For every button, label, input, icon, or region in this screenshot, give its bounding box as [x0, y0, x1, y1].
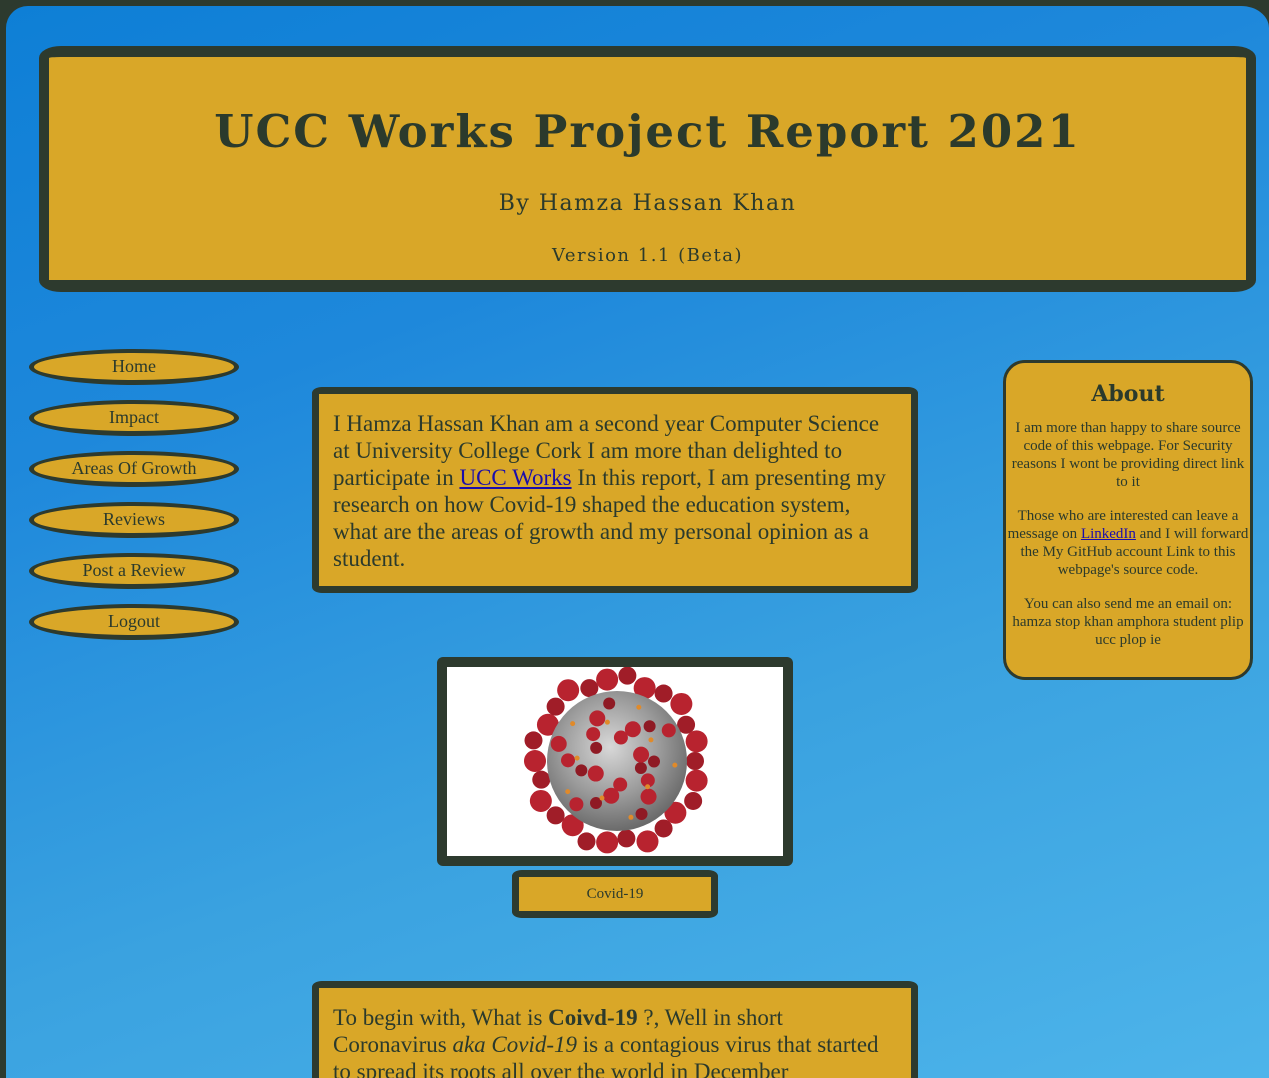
about-paragraph-email: You can also send me an email on: hamza … [1012, 596, 1244, 648]
about-heading: About [1091, 381, 1165, 407]
covid-virus-image [447, 667, 783, 856]
nav-logout-button[interactable]: Logout [29, 604, 239, 640]
page-title: UCC Works Project Report 2021 [214, 105, 1081, 158]
page-background: UCC Works Project Report 2021 By Hamza H… [0, 0, 1269, 1078]
virus-illustration-icon [524, 667, 708, 854]
covid-image-frame [437, 657, 793, 866]
figure-caption: Covid-19 [512, 870, 718, 918]
nav-home-button[interactable]: Home [29, 349, 239, 385]
about-panel: About I am more than happy to share sour… [1003, 360, 1253, 680]
page-header: UCC Works Project Report 2021 By Hamza H… [39, 46, 1256, 292]
para2-text: To begin with, What is [333, 1005, 549, 1030]
about-paragraph-contact: Those who are interested can leave a mes… [1007, 507, 1249, 579]
nav-post-review-button[interactable]: Post a Review [29, 553, 239, 589]
nav-areas-of-growth-button[interactable]: Areas Of Growth [29, 451, 239, 487]
nav-reviews-button[interactable]: Reviews [29, 502, 239, 538]
intro-panel: I Hamza Hassan Khan am a second year Com… [312, 387, 918, 593]
about-paragraph-source: I am more than happy to share source cod… [1011, 420, 1245, 490]
linkedin-link[interactable]: LinkedIn [1081, 526, 1136, 542]
ucc-works-link[interactable]: UCC Works [459, 465, 571, 490]
sidebar-nav: Home Impact Areas Of Growth Reviews Post… [29, 349, 239, 655]
covid-intro-panel: To begin with, What is Coivd-19 ?, Well … [312, 981, 918, 1078]
para2-bold-term: Coivd-19 [548, 1005, 638, 1030]
para2-italic-term: aka Covid-19 [452, 1032, 578, 1057]
version-label: Version 1.1 (Beta) [552, 245, 743, 266]
nav-impact-button[interactable]: Impact [29, 400, 239, 436]
author-byline: By Hamza Hassan Khan [498, 191, 797, 216]
